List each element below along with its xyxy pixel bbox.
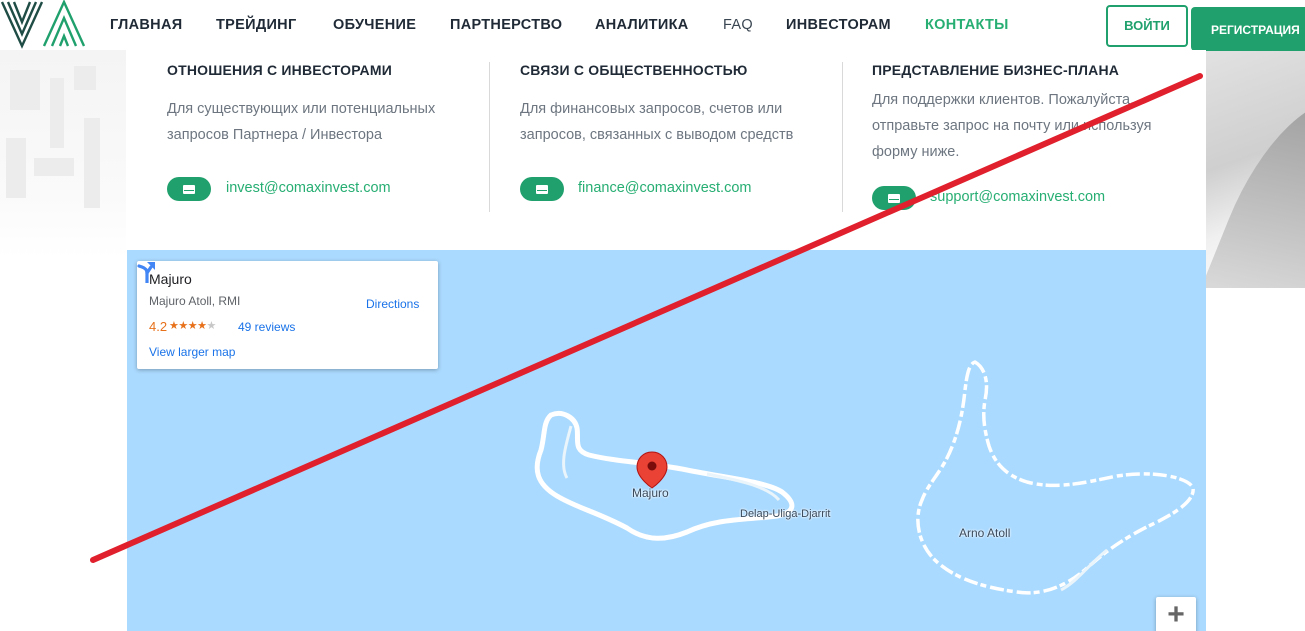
nav-item-contacts[interactable]: КОНТАКТЫ xyxy=(925,17,1009,33)
contact-email-link[interactable]: support@comaxinvest.com xyxy=(930,189,1105,205)
place-address: Majuro Atoll, RMI xyxy=(149,294,241,308)
map-label-majuro: Majuro xyxy=(632,486,669,500)
nav-item-trading[interactable]: ТРЕЙДИНГ xyxy=(216,17,296,33)
nav-item-education[interactable]: ОБУЧЕНИЕ xyxy=(333,17,416,33)
contact-description: Для поддержки клиентов. Пожалуйста, отпр… xyxy=(872,92,1152,160)
login-button[interactable]: ВОЙТИ xyxy=(1106,5,1188,47)
register-button[interactable]: РЕГИСТРАЦИЯ xyxy=(1191,7,1305,51)
nav-item-faq[interactable]: FAQ xyxy=(723,17,753,33)
contact-panel: ОТНОШЕНИЯ С ИНВЕСТОРАМИ Для существующих… xyxy=(127,50,1206,250)
embedded-map[interactable]: Majuro Delap-Uliga-Djarrit Arno Atoll Ma… xyxy=(127,250,1206,631)
contact-email-link[interactable]: invest@comaxinvest.com xyxy=(226,180,391,196)
reviews-link[interactable]: 49 reviews xyxy=(238,320,295,334)
brand-logo[interactable] xyxy=(0,0,92,50)
nav-item-analytics[interactable]: АНАЛИТИКА xyxy=(595,17,689,33)
contact-title: ОТНОШЕНИЯ С ИНВЕСТОРАМИ xyxy=(167,62,392,78)
contact-title: СВЯЗИ С ОБЩЕСТВЕННОСТЬЮ xyxy=(520,62,748,78)
site-header: ГЛАВНАЯ ТРЕЙДИНГ ОБУЧЕНИЕ ПАРТНЕРСТВО АН… xyxy=(0,0,1305,51)
directions-link[interactable]: Directions xyxy=(366,297,419,311)
contact-description: Для существующих или потенциальных запро… xyxy=(167,101,436,143)
map-info-card: Majuro Majuro Atoll, RMI 4.2 ★★★★★ 49 re… xyxy=(137,261,438,369)
envelope-icon[interactable] xyxy=(167,177,211,201)
map-label-arno: Arno Atoll xyxy=(959,526,1011,540)
background-image-right xyxy=(1206,48,1305,288)
arno-atoll xyxy=(916,360,1195,595)
nav-item-home[interactable]: ГЛАВНАЯ xyxy=(110,17,182,33)
background-pattern-left xyxy=(0,48,126,258)
envelope-icon[interactable] xyxy=(872,186,916,210)
map-label-delap: Delap-Uliga-Djarrit xyxy=(740,508,831,520)
rating-stars-icon: ★★★★★ xyxy=(169,320,216,332)
view-larger-map-link[interactable]: View larger map xyxy=(149,345,235,359)
envelope-icon[interactable] xyxy=(520,177,564,201)
contact-email-link[interactable]: finance@comaxinvest.com xyxy=(578,180,751,196)
column-divider xyxy=(842,62,843,212)
nav-item-partnership[interactable]: ПАРТНЕРСТВО xyxy=(450,17,562,33)
zoom-in-button[interactable]: + xyxy=(1156,597,1196,631)
directions-icon[interactable] xyxy=(137,261,157,283)
nav-item-investors[interactable]: ИНВЕСТОРАМ xyxy=(786,17,891,33)
contact-description: Для финансовых запросов, счетов или запр… xyxy=(520,101,794,143)
contact-title: ПРЕДСТАВЛЕНИЕ БИЗНЕС-ПЛАНА xyxy=(872,62,1120,78)
place-rating: 4.2 xyxy=(149,319,168,334)
column-divider xyxy=(489,62,490,212)
page: ГЛАВНАЯ ТРЕЙДИНГ ОБУЧЕНИЕ ПАРТНЕРСТВО АН… xyxy=(0,0,1305,631)
